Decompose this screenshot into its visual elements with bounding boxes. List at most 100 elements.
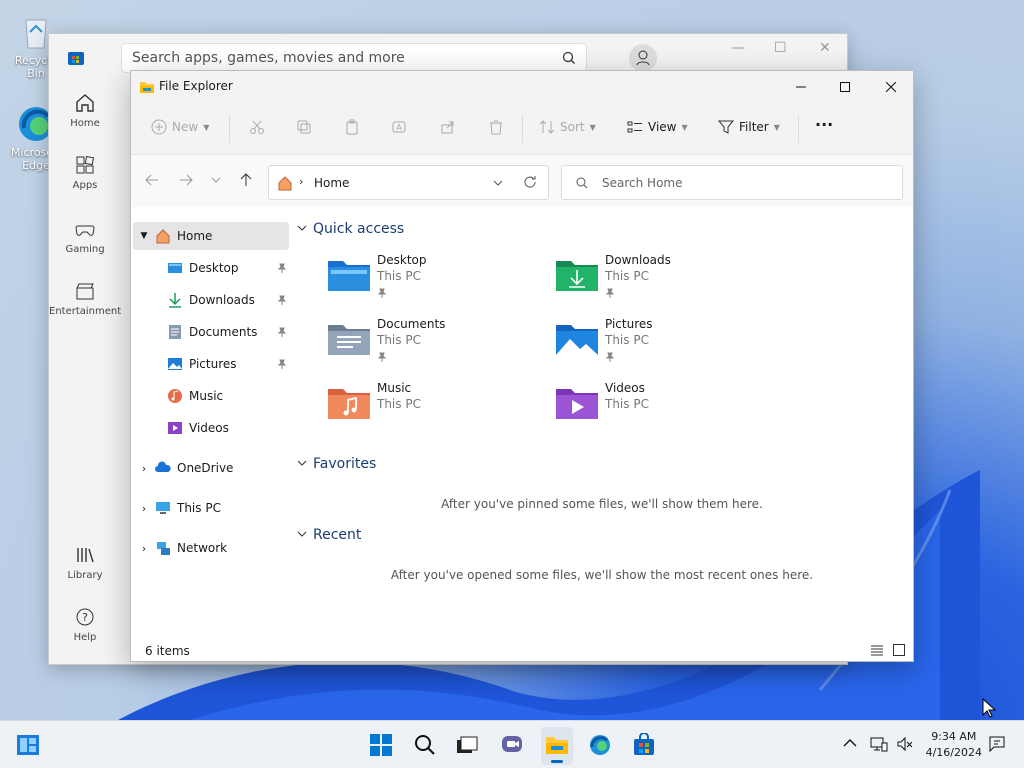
folder-app-icon — [139, 79, 155, 98]
clock[interactable]: 9:34 AM 4/16/2024 — [926, 729, 982, 761]
library-icon — [77, 548, 94, 563]
nav-item-documents[interactable]: Documents — [167, 318, 287, 346]
minimize-button[interactable] — [781, 75, 821, 99]
nav-item-pictures[interactable]: Pictures — [167, 350, 287, 378]
forward-button[interactable] — [179, 173, 193, 190]
home-icon — [76, 94, 94, 112]
widgets-icon[interactable] — [16, 733, 40, 757]
quick-access-item-downloads[interactable]: Downloads This PC — [555, 253, 755, 303]
chevron-right-icon[interactable]: › — [133, 502, 155, 515]
store-rail-library[interactable]: Library — [49, 544, 121, 581]
store-rail-home[interactable]: Home — [49, 92, 121, 129]
store-icon[interactable] — [632, 732, 656, 757]
store-rail-apps[interactable]: Apps — [49, 154, 121, 191]
rail-label: Entertainment — [49, 306, 122, 317]
view-button[interactable]: View ▼ — [627, 119, 688, 135]
details-view-icon[interactable] — [871, 644, 883, 659]
computer-icon — [155, 500, 171, 516]
item-name: Downloads — [605, 253, 671, 267]
rename-button[interactable]: A — [391, 119, 407, 135]
breadcrumb-separator-icon: › — [299, 175, 304, 188]
store-rail-gaming[interactable]: Gaming — [49, 218, 121, 255]
refresh-icon[interactable] — [523, 175, 537, 192]
clock-time: 9:34 AM — [931, 730, 977, 743]
music-folder-icon — [327, 385, 371, 424]
filter-button[interactable]: Filter ▼ — [718, 119, 780, 135]
maximize-button[interactable] — [825, 75, 865, 99]
nav-item-videos[interactable]: Videos — [167, 414, 287, 442]
recent-locations-button[interactable] — [211, 173, 221, 190]
chevron-down-icon[interactable] — [493, 177, 503, 191]
rail-label: Apps — [72, 180, 98, 191]
nav-label: Pictures — [189, 357, 237, 371]
chevron-right-icon[interactable]: › — [133, 462, 155, 475]
nav-label: Desktop — [189, 261, 239, 275]
chevron-down-icon — [297, 527, 307, 543]
search-icon[interactable] — [413, 733, 437, 757]
apps-icon — [76, 155, 95, 174]
chevron-up-icon[interactable] — [842, 735, 866, 759]
nav-item-desktop[interactable]: Desktop — [167, 254, 287, 282]
back-button[interactable] — [145, 173, 159, 190]
copy-button[interactable] — [296, 119, 312, 135]
search-icon — [576, 177, 588, 192]
up-button[interactable] — [239, 173, 253, 190]
nav-item-downloads[interactable]: Downloads — [167, 286, 287, 314]
quick-access-item-documents[interactable]: Documents This PC — [327, 317, 527, 367]
nav-item-home[interactable]: ▼ Home — [133, 222, 289, 250]
quick-access-item-desktop[interactable]: Desktop This PC — [327, 253, 527, 303]
store-nav-rail: Home Apps Gaming Entertainment Library ?… — [49, 34, 121, 664]
store-search-input[interactable]: Search apps, games, movies and more — [121, 43, 587, 73]
window-title: File Explorer — [159, 79, 233, 93]
tiles-view-icon[interactable] — [893, 644, 905, 659]
start-windows-icon[interactable] — [369, 733, 393, 757]
task-view-icon[interactable] — [455, 733, 479, 757]
nav-item-onedrive[interactable]: › OneDrive — [133, 454, 289, 482]
cut-button[interactable] — [249, 119, 265, 135]
sort-button[interactable]: Sort ▼ — [539, 119, 596, 135]
rail-label: Home — [70, 118, 100, 129]
nav-item-network[interactable]: › Network — [133, 534, 289, 562]
store-maximize-button[interactable]: ☐ — [774, 40, 787, 56]
store-rail-entertainment[interactable]: Entertainment — [49, 280, 121, 317]
pin-icon — [277, 262, 287, 276]
new-label: New — [172, 120, 199, 134]
address-box[interactable]: › Home — [268, 165, 549, 200]
favorites-header[interactable]: Favorites — [297, 456, 376, 472]
new-button[interactable]: New ▼ — [151, 119, 209, 135]
recent-header[interactable]: Recent — [297, 527, 361, 543]
quick-access-item-videos[interactable]: Videos This PC — [555, 381, 755, 431]
quick-access-header[interactable]: Quick access — [297, 221, 404, 237]
downloads-folder-icon — [555, 257, 599, 296]
pin-icon — [277, 294, 287, 308]
quick-access-item-pictures[interactable]: Pictures This PC — [555, 317, 755, 367]
close-button[interactable] — [871, 75, 911, 99]
chevron-right-icon[interactable]: › — [133, 542, 155, 555]
volume-muted-icon[interactable] — [896, 735, 920, 759]
more-options-button[interactable]: ··· — [815, 115, 833, 134]
item-location: This PC — [605, 333, 649, 347]
chevron-down-icon: ▼ — [203, 122, 210, 132]
delete-button[interactable] — [488, 119, 504, 135]
edge-icon[interactable] — [588, 733, 612, 757]
chat-icon[interactable] — [500, 733, 524, 757]
paste-button[interactable] — [344, 119, 360, 135]
store-close-button[interactable]: ✕ — [819, 40, 831, 56]
share-button[interactable] — [440, 119, 456, 135]
desktop-folder-icon — [167, 260, 183, 276]
notification-icon[interactable] — [988, 735, 1012, 759]
chevron-down-icon[interactable]: ▼ — [133, 231, 155, 241]
file-explorer-taskbar-button[interactable] — [541, 727, 573, 765]
store-rail-help[interactable]: ? Help — [49, 606, 121, 643]
nav-item-music[interactable]: Music — [167, 382, 287, 410]
store-minimize-button[interactable]: — — [731, 40, 745, 56]
item-location: This PC — [377, 397, 421, 411]
store-avatar[interactable] — [629, 44, 657, 72]
nav-item-thispc[interactable]: › This PC — [133, 494, 289, 522]
search-box[interactable]: Search Home — [561, 165, 903, 200]
quick-access-item-music[interactable]: Music This PC — [327, 381, 527, 431]
view-label: View — [648, 120, 677, 134]
network-status-icon[interactable] — [870, 735, 894, 759]
explorer-titlebar[interactable]: File Explorer — [131, 71, 913, 103]
pin-icon — [377, 287, 387, 301]
